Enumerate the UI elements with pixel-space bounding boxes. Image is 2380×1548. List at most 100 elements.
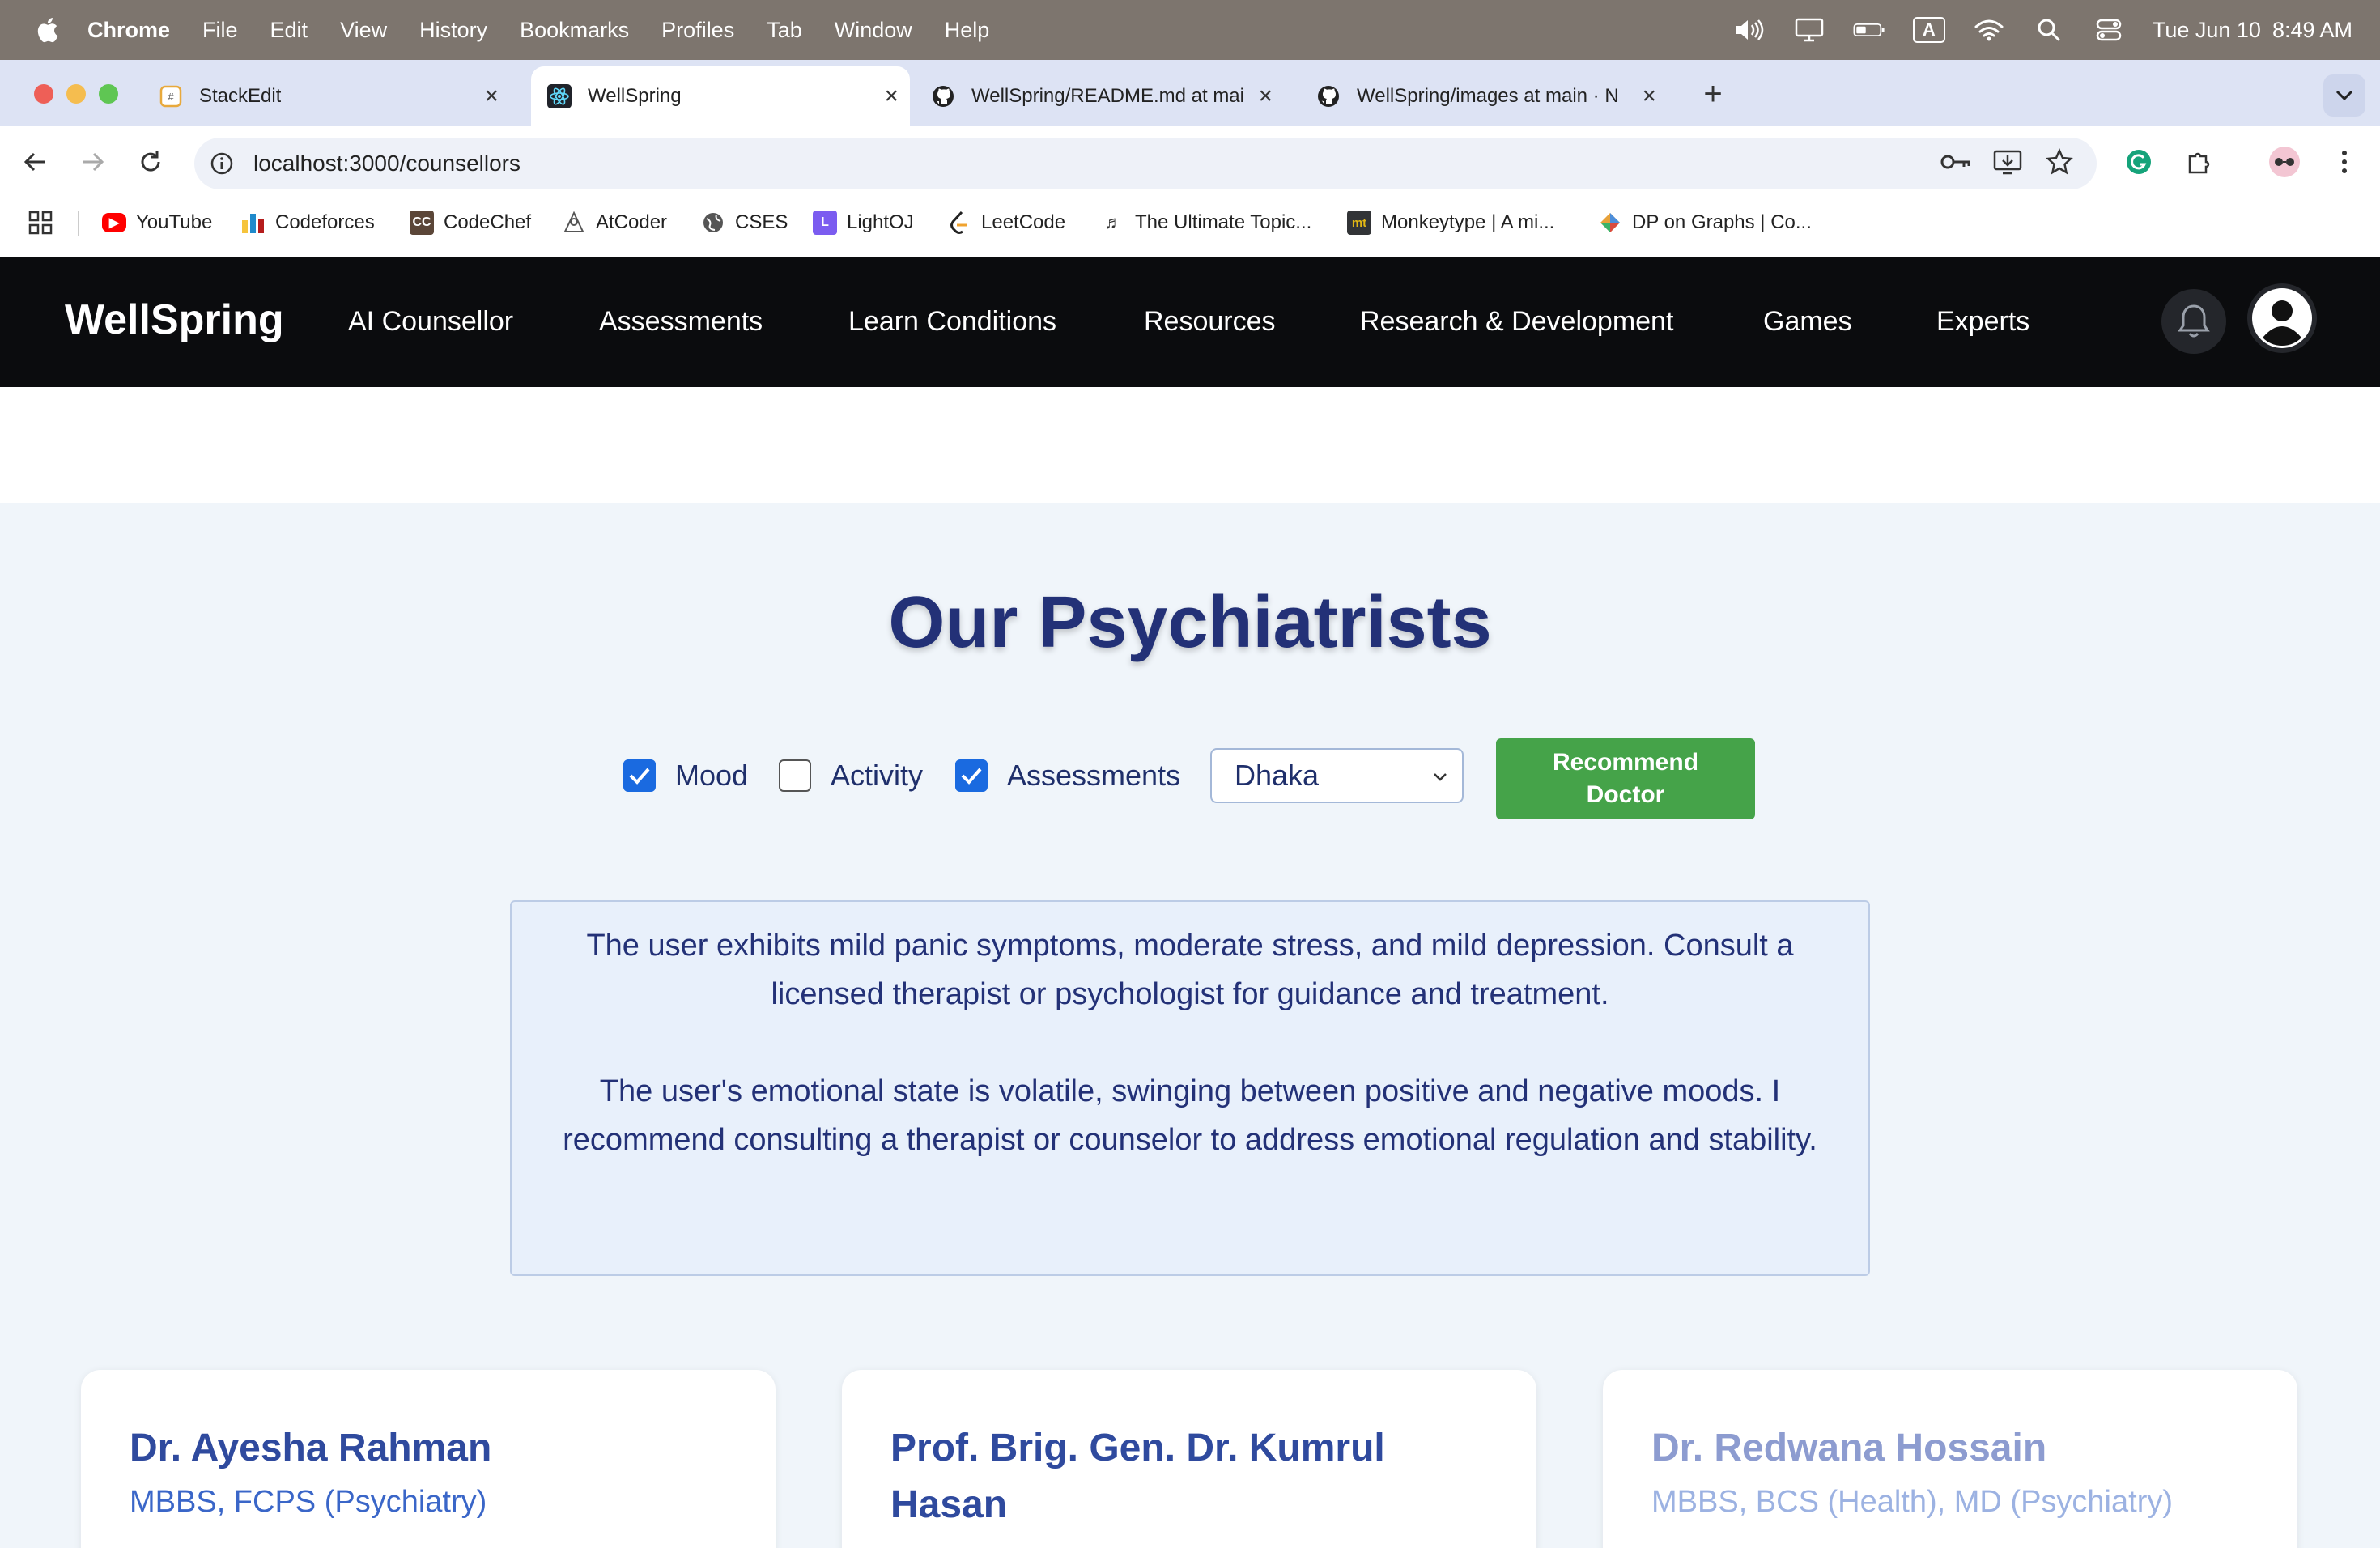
battery-icon[interactable] — [1853, 17, 1885, 43]
chevron-down-icon — [1434, 773, 1447, 781]
nav-games[interactable]: Games — [1763, 306, 1852, 338]
bookmark-codeforces[interactable]: Codeforces — [241, 209, 375, 236]
bookmark-leetcode[interactable]: LeetCode — [947, 209, 1065, 236]
forward-icon[interactable] — [76, 146, 108, 178]
site-info-icon[interactable] — [206, 147, 238, 180]
close-icon[interactable]: × — [1258, 83, 1273, 110]
doctor-name: Dr. Redwana Hossain — [1651, 1427, 2047, 1469]
nav-resources[interactable]: Resources — [1144, 306, 1276, 338]
clock-time[interactable]: 8:49 AM — [2272, 18, 2352, 43]
close-icon[interactable]: × — [484, 83, 499, 110]
url-text[interactable]: localhost:3000/counsellors — [253, 151, 521, 176]
extensions-icon[interactable] — [2182, 146, 2215, 178]
nav-ai-counsellor[interactable]: AI Counsellor — [348, 306, 513, 338]
bookmark-label: CodeChef — [444, 211, 532, 233]
bookmark-star-icon[interactable] — [2043, 146, 2076, 178]
bookmark-monkeytype[interactable]: mt Monkeytype | A mi... — [1347, 209, 1554, 236]
bookmark-codechef[interactable]: CC CodeChef — [410, 209, 531, 236]
doctor-card[interactable]: Dr. Redwana Hossain MBBS, BCS (Health), … — [1603, 1370, 2297, 1548]
location-select[interactable]: Dhaka — [1210, 748, 1464, 803]
tab-stackedit[interactable]: # StackEdit × — [159, 66, 510, 126]
window-close-button[interactable] — [34, 84, 53, 104]
hero-spacer — [0, 387, 2380, 503]
bookmark-cses[interactable]: CSES — [701, 209, 788, 236]
profile-avatar-icon[interactable] — [2268, 146, 2301, 178]
grammarly-icon[interactable] — [2123, 146, 2155, 178]
apps-grid-icon[interactable] — [28, 209, 53, 236]
tab-title: StackEdit — [199, 85, 282, 107]
bookmark-label: LeetCode — [981, 211, 1066, 233]
stackedit-icon: # — [159, 84, 183, 108]
activity-checkbox[interactable] — [779, 759, 811, 792]
assessments-checkbox[interactable] — [955, 759, 988, 792]
menu-tab[interactable]: Tab — [767, 18, 802, 43]
location-select-value: Dhaka — [1235, 759, 1320, 792]
menu-bookmarks[interactable]: Bookmarks — [520, 18, 629, 43]
password-key-icon[interactable] — [1940, 146, 1972, 178]
control-center-icon[interactable] — [2093, 17, 2125, 43]
reload-icon[interactable] — [134, 146, 167, 178]
window-minimize-button[interactable] — [66, 84, 86, 104]
tab-search-button[interactable] — [2323, 74, 2365, 117]
menu-profiles[interactable]: Profiles — [661, 18, 734, 43]
menu-history[interactable]: History — [419, 18, 487, 43]
doctor-card[interactable]: Prof. Brig. Gen. Dr. Kumrul Hasan — [842, 1370, 1536, 1548]
window-zoom-button[interactable] — [99, 84, 118, 104]
bookmark-label: AtCoder — [596, 211, 668, 233]
mood-checkbox[interactable] — [623, 759, 656, 792]
menu-edit[interactable]: Edit — [270, 18, 308, 43]
filter-activity[interactable]: Activity — [779, 751, 923, 800]
volume-icon[interactable] — [1733, 17, 1766, 43]
menu-view[interactable]: View — [340, 18, 387, 43]
nav-experts[interactable]: Experts — [1936, 306, 2029, 338]
apple-icon[interactable] — [32, 15, 62, 45]
tab-title: WellSpring — [588, 85, 682, 107]
install-app-icon[interactable] — [1991, 146, 2024, 178]
menu-file[interactable]: File — [202, 18, 238, 43]
close-icon[interactable]: × — [1642, 83, 1656, 110]
brand-logo[interactable]: WellSpring — [65, 296, 284, 344]
nav-learn-conditions[interactable]: Learn Conditions — [848, 306, 1056, 338]
new-tab-button[interactable]: + — [1697, 76, 1729, 112]
tab-title: WellSpring/README.md at main — [971, 85, 1243, 107]
tab-readme[interactable]: WellSpring/README.md at main × — [931, 66, 1284, 126]
nav-research-development[interactable]: Research & Development — [1360, 306, 1673, 338]
github-icon — [931, 84, 955, 108]
bookmark-ultimate-topic[interactable]: ♬ The Ultimate Topic... — [1101, 209, 1311, 236]
nav-assessments[interactable]: Assessments — [599, 306, 763, 338]
more-menu-icon[interactable] — [2328, 146, 2361, 178]
bookmark-label: CSES — [735, 211, 788, 233]
bookmark-atcoder[interactable]: AtCoder — [562, 209, 667, 236]
mood-label: Mood — [675, 759, 749, 792]
bookmark-lightoj[interactable]: L LightOJ — [813, 209, 914, 236]
doctor-name: Dr. Ayesha Rahman — [130, 1427, 492, 1469]
input-source-icon[interactable]: A — [1912, 17, 1945, 43]
bookmark-label: Codeforces — [275, 211, 375, 233]
tab-images[interactable]: WellSpring/images at main · N × — [1316, 66, 1668, 126]
bookmark-label: YouTube — [136, 211, 213, 233]
clock-date[interactable]: Tue Jun 10 — [2153, 18, 2261, 43]
back-icon[interactable] — [19, 146, 52, 178]
bookmark-dp-on-graphs[interactable]: DP on Graphs | Co... — [1598, 209, 1812, 236]
menu-help[interactable]: Help — [945, 18, 990, 43]
globe-icon — [701, 211, 725, 235]
doctor-card[interactable]: Dr. Ayesha Rahman MBBS, FCPS (Psychiatry… — [81, 1370, 776, 1548]
menu-app-name[interactable]: Chrome — [87, 18, 170, 43]
close-icon[interactable]: × — [884, 83, 899, 110]
lightoj-icon: L — [813, 211, 837, 235]
dp-graphs-icon — [1598, 211, 1622, 235]
menu-window[interactable]: Window — [835, 18, 912, 43]
tab-wellspring[interactable]: WellSpring × — [531, 66, 910, 126]
youtube-icon: ▶ — [102, 213, 126, 232]
react-icon — [547, 84, 572, 108]
user-avatar-icon[interactable] — [2247, 283, 2317, 353]
display-icon[interactable] — [1793, 17, 1825, 43]
recommend-doctor-button[interactable]: Recommend Doctor — [1496, 738, 1755, 819]
filter-mood[interactable]: Mood — [623, 751, 748, 800]
spotlight-search-icon[interactable] — [2033, 17, 2065, 43]
notification-bell-icon[interactable] — [2161, 289, 2226, 354]
bookmark-youtube[interactable]: ▶ YouTube — [102, 209, 212, 236]
filter-assessments[interactable]: Assessments — [955, 751, 1180, 800]
bookmark-label: Monkeytype | A mi... — [1381, 211, 1555, 233]
wifi-icon[interactable] — [1973, 17, 2005, 43]
